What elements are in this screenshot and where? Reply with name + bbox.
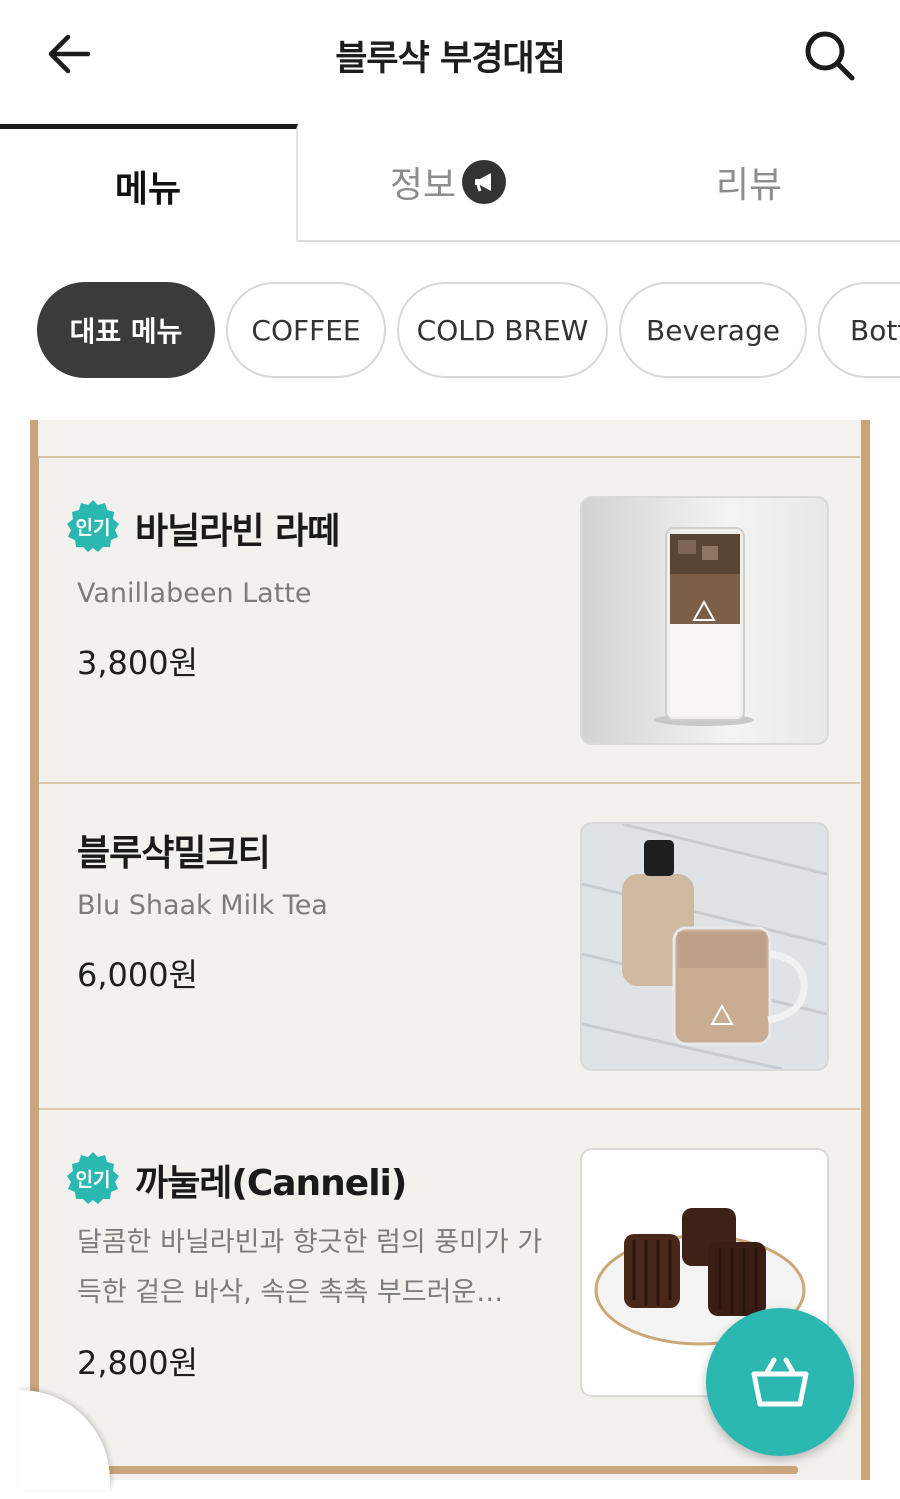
board-bottom-frame [104, 1466, 798, 1474]
item-price: 6,000원 [77, 956, 199, 994]
chip-coffee[interactable]: COFFEE [226, 282, 386, 378]
item-name: 블루샥밀크티 [77, 833, 271, 874]
popular-badge-label: 인기 [75, 1168, 111, 1191]
basket-icon [751, 1357, 809, 1407]
item-english-name: Blu Shaak Milk Tea [77, 890, 328, 921]
app-header: 블루샥 부경대점 [0, 0, 900, 110]
item-image-milk-tea [580, 822, 829, 1071]
popular-badge: 인기 [65, 1150, 121, 1206]
tab-reviews-label: 리뷰 [715, 165, 783, 206]
search-button[interactable] [800, 26, 860, 86]
chip-beverage[interactable]: Beverage [619, 282, 807, 378]
item-price: 3,800원 [77, 644, 199, 682]
item-name: 바닐라빈 라떼 [135, 511, 340, 552]
popular-badge-label: 인기 [75, 516, 111, 539]
item-image-latte [580, 496, 829, 745]
search-icon [805, 31, 855, 81]
tab-menu[interactable]: 메뉴 [0, 124, 298, 242]
chip-cold-brew[interactable]: COLD BREW [397, 282, 608, 378]
page-title: 블루샥 부경대점 [335, 39, 566, 79]
item-name: 까눌레(Canneli) [135, 1163, 407, 1204]
tab-reviews[interactable]: 리뷰 [598, 124, 900, 242]
tab-menu-label: 메뉴 [114, 168, 182, 210]
item-description: 달콤한 바닐라빈과 향긋한 럼의 풍미가 가득한 겉은 바삭, 속은 촉촉 부드… [77, 1227, 543, 1308]
tab-bar: 메뉴 정보 리뷰 [0, 124, 900, 244]
menu-item-vanillabean-latte[interactable]: 인기 바닐라빈 라떼 Vanillabeen Latte 3,800원 [39, 458, 860, 784]
tab-info[interactable]: 정보 [298, 124, 598, 242]
item-price: 2,800원 [77, 1344, 199, 1382]
popular-badge: 인기 [65, 498, 121, 554]
tab-info-label: 정보 [389, 165, 457, 206]
previous-item-edge [38, 420, 860, 458]
item-english-name: Vanillabeen Latte [77, 578, 312, 609]
cart-button[interactable] [706, 1308, 854, 1456]
chip-bottle[interactable]: Bottle [818, 282, 900, 378]
megaphone-icon [462, 160, 507, 204]
chip-signature[interactable]: 대표 메뉴 [37, 282, 215, 378]
category-chips: 대표 메뉴 COFFEE COLD BREW Beverage Bottle [0, 282, 900, 382]
menu-item-milk-tea[interactable]: 블루샥밀크티 Blu Shaak Milk Tea 6,000원 [39, 784, 860, 1110]
